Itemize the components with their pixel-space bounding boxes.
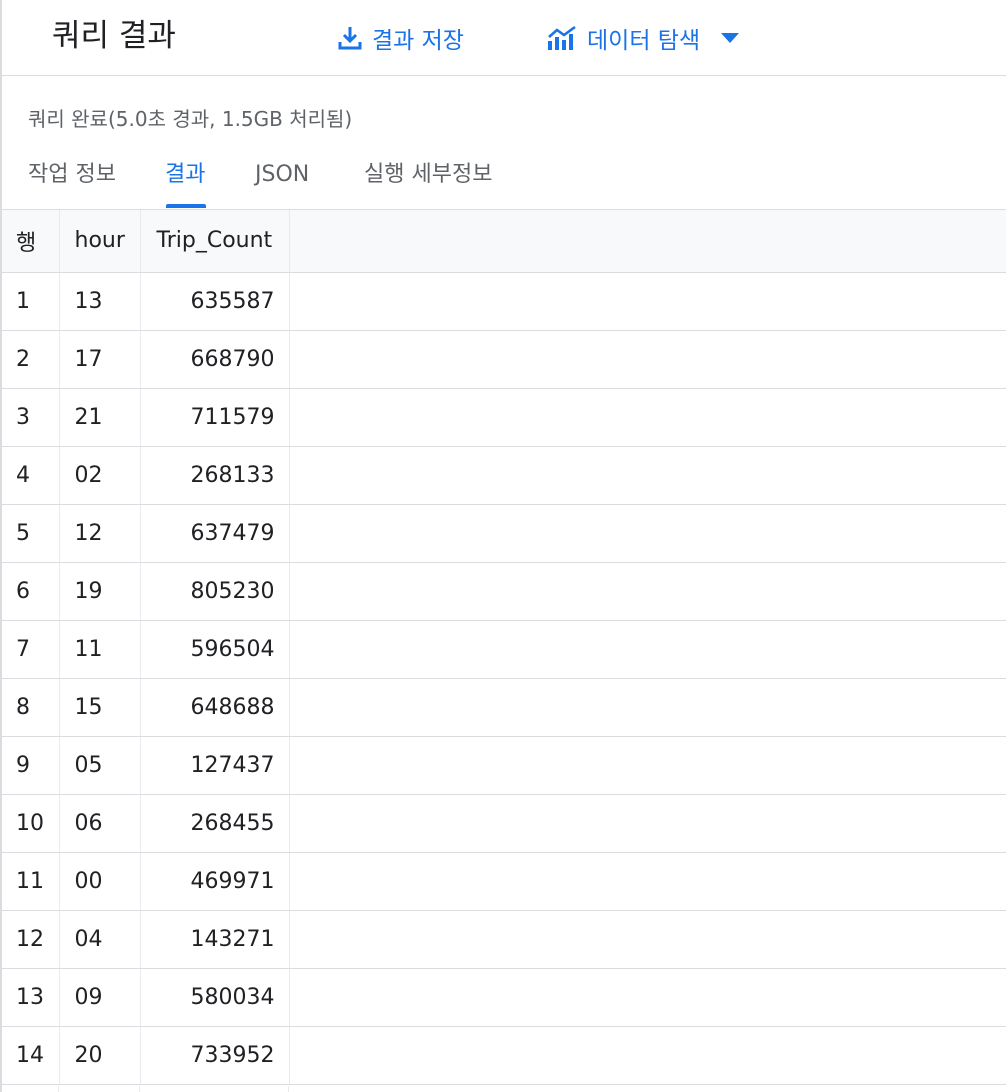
cell-trip-count: 733952 — [140, 1026, 290, 1085]
cell-filler — [289, 910, 1006, 969]
cell-row-number: 4 — [2, 446, 60, 505]
table-header-row: 행 hour Trip_Count — [2, 210, 1006, 273]
cell-row-number: 2 — [2, 330, 60, 389]
table-row: 5 12 637479 — [2, 504, 1006, 563]
cell-hour: 21 — [59, 388, 141, 447]
cell-filler — [289, 678, 1006, 737]
table-body: 1 13 635587 2 17 668790 3 21 711579 4 02 268133 5 12 6… — [2, 272, 1006, 1085]
results-table: 행 hour Trip_Count 1 13 635587 2 17 668790 3 21 7… — [2, 210, 1006, 1085]
results-panel: 쿼리 결과 결과 저장 데이터 탐색 쿼리 완료(5.0초 경과, 1.5GB … — [0, 0, 1006, 1092]
cell-row-number: 3 — [2, 388, 60, 447]
cell-trip-count: 268455 — [140, 794, 290, 853]
explore-data-button[interactable]: 데이터 탐색 — [547, 18, 740, 58]
column-header-row: 행 — [2, 210, 60, 273]
cell-hour: 02 — [59, 446, 141, 505]
cell-hour: 09 — [59, 968, 141, 1027]
cell-filler — [289, 562, 1006, 621]
cell-filler — [289, 504, 1006, 563]
result-tabs: 작업 정보 결과 JSON 실행 세부정보 — [2, 150, 1006, 210]
cell-trip-count: 596504 — [140, 620, 290, 679]
page-title: 쿼리 결과 — [52, 18, 176, 54]
table-row: 1 13 635587 — [2, 272, 1006, 331]
cell-hour: 06 — [59, 794, 141, 853]
cell-filler — [289, 852, 1006, 911]
cell-trip-count: 469971 — [140, 852, 290, 911]
cell-filler — [289, 388, 1006, 447]
cell-trip-count: 127437 — [140, 736, 290, 795]
table-row: 4 02 268133 — [2, 446, 1006, 505]
cell-filler — [289, 330, 1006, 389]
cell-row-number: 9 — [2, 736, 60, 795]
table-row: 14 20 733952 — [2, 1026, 1006, 1085]
cell-filler — [289, 736, 1006, 795]
table-row: 10 06 268455 — [2, 794, 1006, 853]
tab-execution-details[interactable]: 실행 세부정보 — [364, 160, 492, 190]
panel-header: 쿼리 결과 결과 저장 데이터 탐색 — [2, 0, 1006, 76]
cell-row-number: 8 — [2, 678, 60, 737]
save-results-button[interactable]: 결과 저장 — [338, 18, 464, 58]
cell-hour: 12 — [59, 504, 141, 563]
cell-trip-count: 711579 — [140, 388, 290, 447]
cell-trip-count: 143271 — [140, 910, 290, 969]
cell-trip-count: 668790 — [140, 330, 290, 389]
cell-trip-count: 635587 — [140, 272, 290, 331]
table-row: 7 11 596504 — [2, 620, 1006, 679]
table-row: 6 19 805230 — [2, 562, 1006, 621]
active-tab-indicator — [166, 204, 206, 208]
cell-hour: 00 — [59, 852, 141, 911]
query-status: 쿼리 완료(5.0초 경과, 1.5GB 처리됨) — [28, 107, 353, 131]
cell-row-number: 5 — [2, 504, 60, 563]
results-table-container: 행 hour Trip_Count 1 13 635587 2 17 668790 3 21 7… — [2, 210, 1006, 1085]
tab-results[interactable]: 결과 — [165, 160, 205, 190]
cell-row-number: 12 — [2, 910, 60, 969]
table-row: 8 15 648688 — [2, 678, 1006, 737]
cell-hour: 11 — [59, 620, 141, 679]
cell-hour: 19 — [59, 562, 141, 621]
chart-icon — [547, 25, 577, 51]
table-row: 12 04 143271 — [2, 910, 1006, 969]
caret-down-icon[interactable] — [720, 32, 740, 44]
cell-row-number: 11 — [2, 852, 60, 911]
cell-filler — [289, 1026, 1006, 1085]
cell-filler — [289, 272, 1006, 331]
table-row: 13 09 580034 — [2, 968, 1006, 1027]
explore-data-label: 데이터 탐색 — [587, 28, 701, 54]
cell-row-number: 13 — [2, 968, 60, 1027]
cell-row-number: 6 — [2, 562, 60, 621]
table-partial-row — [2, 1086, 1006, 1092]
download-icon — [338, 25, 362, 51]
table-row: 9 05 127437 — [2, 736, 1006, 795]
cell-filler — [289, 794, 1006, 853]
cell-filler — [289, 968, 1006, 1027]
table-row: 3 21 711579 — [2, 388, 1006, 447]
cell-hour: 17 — [59, 330, 141, 389]
cell-hour: 20 — [59, 1026, 141, 1085]
cell-trip-count: 648688 — [140, 678, 290, 737]
cell-row-number: 7 — [2, 620, 60, 679]
cell-row-number: 10 — [2, 794, 60, 853]
cell-trip-count: 268133 — [140, 446, 290, 505]
cell-row-number: 1 — [2, 272, 60, 331]
cell-row-number: 14 — [2, 1026, 60, 1085]
table-row: 11 00 469971 — [2, 852, 1006, 911]
table-row: 2 17 668790 — [2, 330, 1006, 389]
cell-hour: 05 — [59, 736, 141, 795]
cell-trip-count: 637479 — [140, 504, 290, 563]
tab-json[interactable]: JSON — [255, 160, 309, 190]
cell-hour: 04 — [59, 910, 141, 969]
cell-trip-count: 805230 — [140, 562, 290, 621]
cell-hour: 13 — [59, 272, 141, 331]
cell-filler — [289, 620, 1006, 679]
tab-job-info[interactable]: 작업 정보 — [28, 160, 116, 190]
column-header-hour[interactable]: hour — [59, 210, 141, 273]
cell-trip-count: 580034 — [140, 968, 290, 1027]
column-header-trip-count[interactable]: Trip_Count — [140, 210, 290, 273]
column-header-filler — [289, 210, 1006, 273]
save-results-label: 결과 저장 — [372, 28, 464, 54]
cell-filler — [289, 446, 1006, 505]
cell-hour: 15 — [59, 678, 141, 737]
